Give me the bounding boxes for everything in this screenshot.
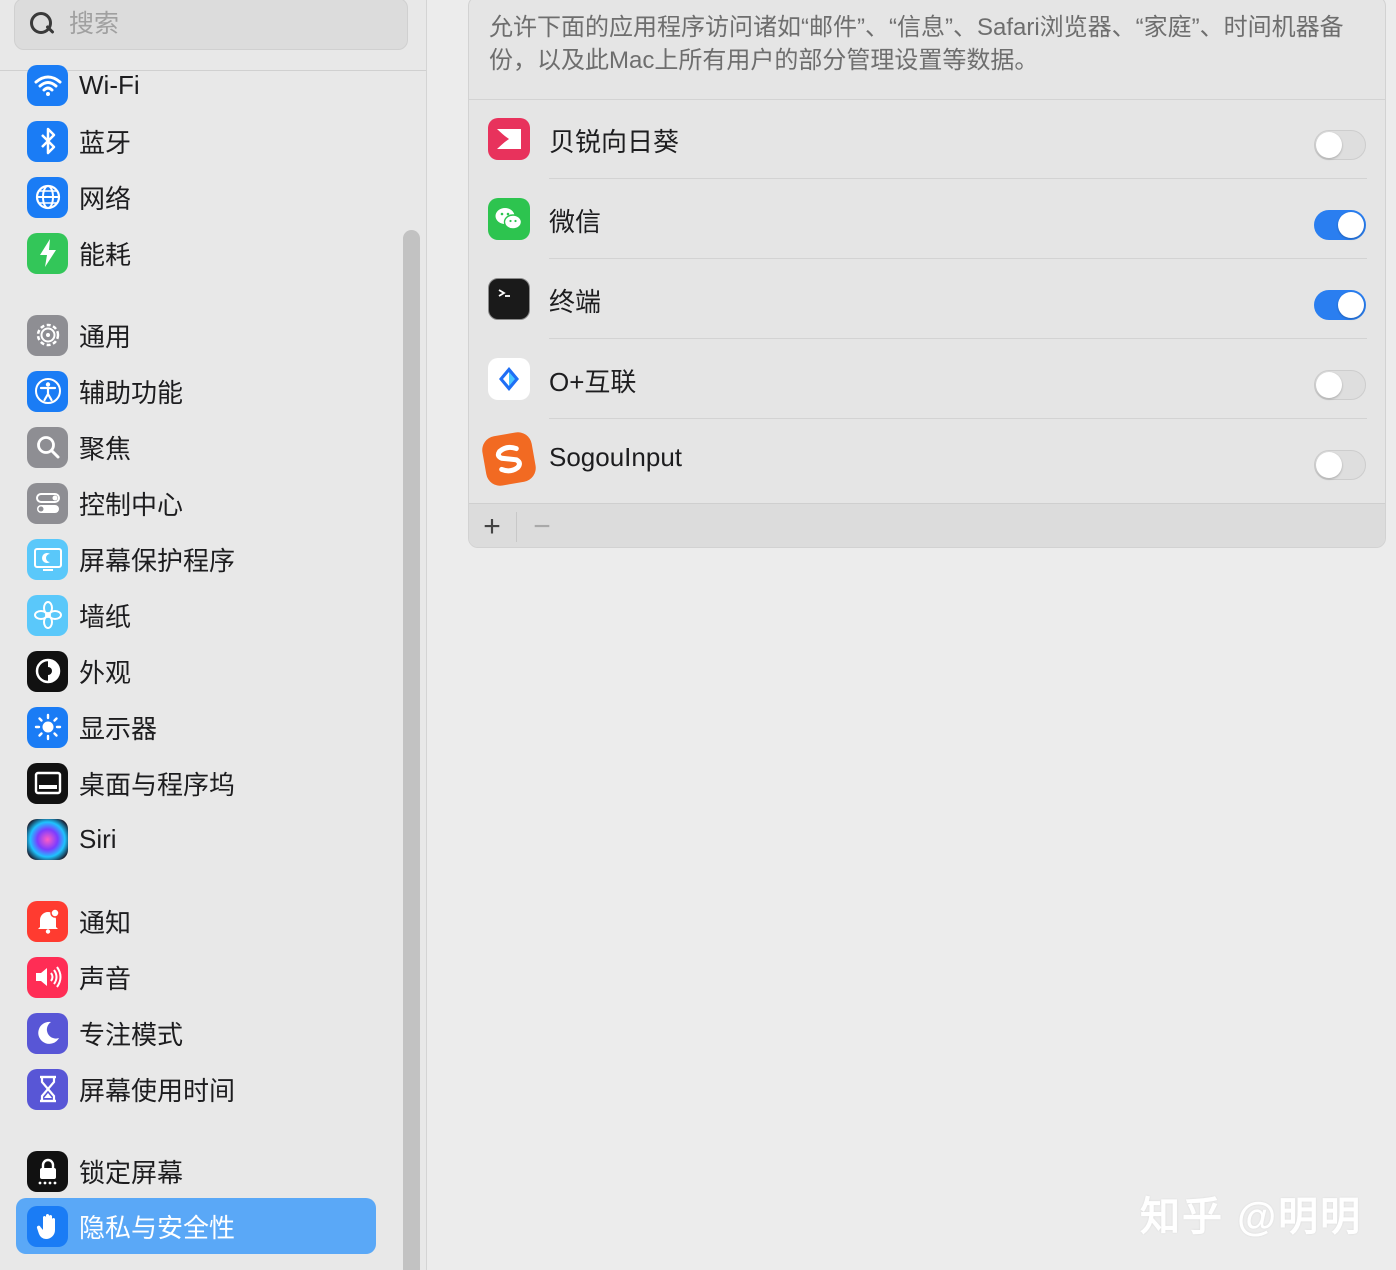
app-row-wechat: 微信 — [469, 179, 1385, 259]
globe-icon — [27, 176, 68, 218]
sidebar-item-bluetooth[interactable]: 蓝牙 — [16, 113, 376, 169]
display-sun-icon — [27, 706, 68, 748]
sidebar-item-battery[interactable]: 能耗 — [16, 225, 376, 281]
wifi-icon — [27, 64, 68, 106]
sidebar-item-sound[interactable]: 声音 — [16, 949, 376, 1005]
main-panel: 允许下面的应用程序访问诸如“邮件”、“信息”、Safari浏览器、“家庭”、时间… — [428, 0, 1396, 1270]
moon-icon — [27, 1012, 68, 1054]
search-field[interactable] — [14, 0, 408, 50]
sidebar-item-label: 隐私与安全性 — [79, 1212, 236, 1243]
sidebar-item-privacy-security[interactable]: 隐私与安全性 — [16, 1198, 376, 1254]
dock-icon — [27, 762, 68, 804]
sidebar-item-spotlight[interactable]: 聚焦 — [16, 419, 376, 475]
app-permission-list: 允许下面的应用程序访问诸如“邮件”、“信息”、Safari浏览器、“家庭”、时间… — [468, 0, 1386, 548]
sogou-input-icon — [480, 430, 538, 488]
sidebar-item-lock-screen[interactable]: 锁定屏幕 — [16, 1143, 376, 1199]
sidebar-item-focus[interactable]: 专注模式 — [16, 1005, 376, 1061]
lock-icon — [27, 1150, 68, 1192]
sidebar-item-appearance[interactable]: 外观 — [16, 643, 376, 699]
sidebar-item-label: 能耗 — [79, 239, 132, 270]
app-name: 贝锐向日葵 — [549, 127, 680, 157]
screensaver-icon — [27, 538, 68, 580]
bluetooth-icon — [27, 120, 68, 162]
app-row-sunlogin: 贝锐向日葵 — [469, 99, 1385, 179]
sidebar-item-label: 外观 — [79, 657, 132, 688]
app-name: SogouInput — [549, 442, 683, 472]
sidebar-item-label: 屏幕保护程序 — [79, 545, 236, 576]
wechat-icon — [488, 198, 530, 240]
app-name: 微信 — [549, 207, 602, 237]
sidebar-item-accessibility[interactable]: 辅助功能 — [16, 363, 376, 419]
watermark-text: 知乎 @明明 — [1140, 1195, 1363, 1239]
app-name: O+互联 — [549, 367, 637, 397]
search-icon — [29, 11, 55, 37]
sidebar-item-notifications[interactable]: 通知 — [16, 893, 376, 949]
sidebar-item-label: 控制中心 — [79, 489, 184, 520]
sidebar-item-label: 墙纸 — [79, 601, 132, 632]
sidebar-item-label: 网络 — [79, 183, 132, 214]
hourglass-icon — [27, 1068, 68, 1110]
sidebar-item-network[interactable]: 网络 — [16, 169, 376, 225]
sidebar-item-label: 显示器 — [79, 713, 158, 744]
sidebar-item-label: 专注模式 — [79, 1019, 184, 1050]
sidebar-item-desktop-dock[interactable]: 桌面与程序坞 — [16, 755, 376, 811]
appearance-icon — [27, 650, 68, 692]
battery-bolt-icon — [27, 232, 68, 274]
search-input[interactable] — [69, 9, 369, 39]
sidebar-scrollbar[interactable] — [403, 230, 420, 1270]
sunlogin-icon — [488, 118, 530, 160]
sidebar-item-control-center[interactable]: 控制中心 — [16, 475, 376, 531]
remove-app-button[interactable]: − — [519, 508, 565, 546]
accessibility-icon — [27, 370, 68, 412]
app-row-sogou: SogouInput — [469, 419, 1385, 499]
sidebar-item-label: 蓝牙 — [79, 127, 132, 158]
speaker-icon — [27, 956, 68, 998]
sidebar-item-label: 辅助功能 — [79, 377, 184, 408]
oplus-connect-icon — [488, 358, 530, 400]
sidebar-item-wallpaper[interactable]: 墙纸 — [16, 587, 376, 643]
gear-icon — [27, 314, 68, 356]
sidebar-item-label: 通用 — [79, 321, 132, 352]
sidebar-item-screensaver[interactable]: 屏幕保护程序 — [16, 531, 376, 587]
sidebar-item-label: Wi-Fi — [79, 69, 140, 100]
sidebar: Wi-Fi 蓝牙 网络 能耗 通用 辅助功能 — [0, 0, 427, 1270]
sidebar-item-label: Siri — [79, 823, 117, 854]
sidebar-item-wifi[interactable]: Wi-Fi — [16, 57, 376, 113]
access-toggle[interactable] — [1314, 130, 1366, 160]
sidebar-item-label: 屏幕使用时间 — [79, 1075, 236, 1106]
sidebar-item-siri[interactable]: Siri — [16, 811, 376, 867]
sidebar-item-label: 聚焦 — [79, 433, 132, 464]
control-center-icon — [27, 482, 68, 524]
app-name: 终端 — [549, 287, 602, 317]
access-toggle[interactable] — [1314, 370, 1366, 400]
siri-icon — [27, 818, 68, 860]
permission-description: 允许下面的应用程序访问诸如“邮件”、“信息”、Safari浏览器、“家庭”、时间… — [489, 14, 1344, 74]
magnifier-icon — [27, 426, 68, 468]
sidebar-item-label: 锁定屏幕 — [79, 1157, 184, 1188]
hand-icon — [27, 1205, 68, 1247]
access-toggle[interactable] — [1314, 290, 1366, 320]
sidebar-item-screen-time[interactable]: 屏幕使用时间 — [16, 1061, 376, 1117]
sidebar-item-label: 通知 — [79, 907, 132, 938]
app-row-terminal: 终端 — [469, 259, 1385, 339]
sidebar-item-displays[interactable]: 显示器 — [16, 699, 376, 755]
sidebar-item-label: 声音 — [79, 963, 132, 994]
notification-bell-icon — [27, 900, 68, 942]
access-toggle[interactable] — [1314, 210, 1366, 240]
add-app-button[interactable]: + — [469, 508, 515, 546]
sidebar-item-label: 桌面与程序坞 — [79, 769, 236, 800]
access-toggle[interactable] — [1314, 450, 1366, 480]
app-row-oplus-connect: O+互联 — [469, 339, 1385, 419]
terminal-icon — [488, 278, 530, 320]
list-footer: + − — [469, 503, 1385, 547]
wallpaper-flower-icon — [27, 594, 68, 636]
sidebar-item-general[interactable]: 通用 — [16, 307, 376, 363]
